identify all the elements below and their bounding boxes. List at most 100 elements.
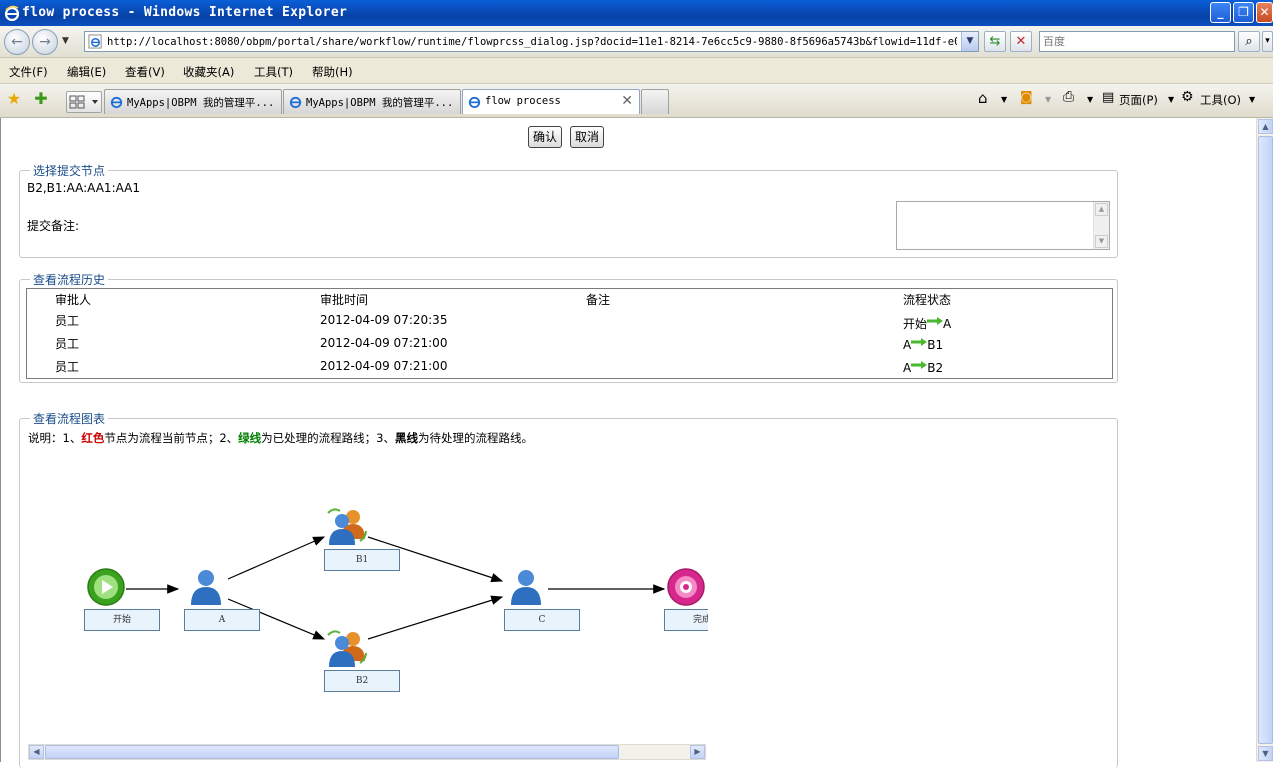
scroll-up-icon[interactable]: ▲ bbox=[1095, 203, 1108, 216]
note-red: 红色 bbox=[81, 431, 105, 445]
row-time: 2012-04-09 07:21:00 bbox=[320, 336, 448, 350]
end-node-icon[interactable] bbox=[666, 567, 706, 607]
scroll-down-icon[interactable]: ▼ bbox=[1095, 235, 1108, 248]
minimize-button[interactable]: _ bbox=[1210, 2, 1231, 23]
tab-myapps-2[interactable]: MyApps|OBPM 我的管理平... bbox=[283, 89, 461, 114]
search-input[interactable] bbox=[1043, 33, 1233, 50]
history-fieldset: 查看流程历史 审批人 审批时间 备注 流程状态 员工 2012-04-09 07… bbox=[19, 271, 1118, 383]
scrollbar-thumb[interactable] bbox=[1258, 136, 1273, 744]
feeds-dropdown-icon: ▼ bbox=[1045, 95, 1052, 104]
title-bar: flow process - Windows Internet Explorer… bbox=[0, 0, 1273, 26]
quick-tabs-button[interactable] bbox=[66, 91, 102, 113]
scrollbar-thumb[interactable] bbox=[45, 745, 619, 759]
history-dropdown-icon[interactable]: ▼ bbox=[62, 36, 69, 46]
page-dropdown-icon[interactable]: ▼ bbox=[1168, 95, 1174, 104]
edge-a-b1 bbox=[227, 536, 326, 580]
stop-button[interactable]: ✕ bbox=[1010, 31, 1032, 52]
new-tab-button[interactable] bbox=[641, 89, 669, 114]
favorites-star-icon[interactable]: ★ bbox=[5, 90, 23, 108]
tab-close-icon[interactable]: ✕ bbox=[621, 93, 633, 109]
search-icon: ⌕ bbox=[1245, 34, 1253, 49]
page-vertical-scrollbar[interactable]: ▲ ▼ bbox=[1256, 118, 1273, 762]
page-icon: ▤ bbox=[1102, 90, 1115, 105]
search-button[interactable]: ⌕ bbox=[1238, 31, 1260, 52]
submit-nodes-value: B2,B1:AA:AA1:AA1 bbox=[27, 181, 140, 195]
window-title: flow process - Windows Internet Explorer bbox=[22, 5, 348, 20]
menu-edit[interactable]: 编辑(E) bbox=[67, 64, 106, 80]
menu-favorites[interactable]: 收藏夹(A) bbox=[183, 64, 234, 80]
row-status: 开始 A bbox=[903, 315, 951, 332]
close-window-button[interactable]: ✕ bbox=[1256, 2, 1273, 23]
edge-b2-c bbox=[367, 595, 504, 640]
ie-logo-icon bbox=[4, 5, 20, 21]
node-label-a: A bbox=[184, 609, 260, 631]
scroll-left-icon[interactable]: ◀ bbox=[29, 745, 44, 759]
tab-ie-icon bbox=[110, 96, 123, 109]
diagram-note: 说明：1、红色节点为流程当前节点；2、绿线为已处理的流程路线；3、黑线为待处理的… bbox=[28, 430, 533, 446]
back-button[interactable]: ← bbox=[4, 29, 30, 55]
node-label-b2: B2 bbox=[324, 670, 400, 692]
scroll-right-icon[interactable]: ▶ bbox=[690, 745, 705, 759]
user-node-c-icon[interactable] bbox=[506, 567, 546, 607]
group-node-b2-icon[interactable] bbox=[326, 629, 368, 669]
row-time: 2012-04-09 07:21:00 bbox=[320, 359, 448, 373]
home-icon[interactable]: ⌂ bbox=[978, 89, 988, 107]
row-status: A B1 bbox=[903, 338, 943, 352]
forward-button[interactable]: → bbox=[32, 29, 58, 55]
tab-bar: ★ ✚ MyApps|OBPM 我的管理平... MyApps|OBPM 我的管… bbox=[0, 84, 1273, 118]
tab-flow-process[interactable]: flow process ✕ bbox=[462, 89, 640, 114]
feeds-icon[interactable]: ◙ bbox=[1020, 90, 1033, 105]
page-menu[interactable]: 页面(P) bbox=[1119, 92, 1158, 108]
confirm-button[interactable]: 确认 bbox=[528, 126, 563, 148]
forward-arrow-icon: → bbox=[39, 34, 51, 50]
add-favorite-icon[interactable]: ✚ bbox=[32, 90, 50, 108]
address-dropdown-icon[interactable]: ▼ bbox=[961, 32, 978, 51]
home-dropdown-icon[interactable]: ▼ bbox=[1001, 95, 1007, 104]
node-label-start: 开始 bbox=[84, 609, 160, 631]
remark-label: 提交备注: bbox=[27, 219, 80, 233]
cancel-button[interactable]: 取消 bbox=[570, 126, 605, 148]
address-bar: ▼ bbox=[84, 31, 979, 52]
user-node-a-icon[interactable] bbox=[186, 567, 226, 607]
group-node-b1-icon[interactable] bbox=[326, 507, 368, 547]
tools-menu[interactable]: 工具(O) bbox=[1200, 92, 1241, 108]
remark-textarea[interactable]: ▲ ▼ bbox=[896, 201, 1110, 250]
page-content: 确认 取消 选择提交节点 B2,B1:AA:AA1:AA1 提交备注: ▲ ▼ … bbox=[0, 118, 1256, 768]
address-input[interactable] bbox=[107, 34, 957, 49]
green-arrow-icon bbox=[911, 361, 928, 369]
flow-diagram: 开始 A B1 B2 C 完成 bbox=[28, 449, 708, 741]
diagram-fieldset: 查看流程图表 说明：1、红色节点为流程当前节点；2、绿线为已处理的流程路线；3、… bbox=[19, 410, 1118, 768]
diagram-legend: 查看流程图表 bbox=[30, 410, 109, 427]
menu-view[interactable]: 查看(V) bbox=[125, 64, 165, 80]
maximize-button[interactable]: ❐ bbox=[1233, 2, 1254, 23]
scroll-down-icon[interactable]: ▼ bbox=[1258, 746, 1273, 761]
print-icon[interactable]: ⎙ bbox=[1063, 89, 1074, 105]
scroll-up-icon[interactable]: ▲ bbox=[1258, 119, 1273, 134]
diagram-horizontal-scrollbar[interactable]: ◀ ▶ bbox=[28, 744, 706, 760]
remark-scrollbar[interactable]: ▲ ▼ bbox=[1093, 202, 1109, 249]
search-box bbox=[1039, 31, 1235, 52]
tools-dropdown-icon[interactable]: ▼ bbox=[1249, 95, 1255, 104]
header-approver: 审批人 bbox=[55, 293, 92, 307]
header-status: 流程状态 bbox=[903, 293, 952, 307]
status-from: A bbox=[903, 361, 912, 375]
refresh-button[interactable]: ⇆ bbox=[984, 31, 1006, 52]
submit-node-legend: 选择提交节点 bbox=[30, 162, 109, 179]
history-legend: 查看流程历史 bbox=[30, 271, 109, 288]
row-approver: 员工 bbox=[55, 314, 80, 328]
header-time: 审批时间 bbox=[320, 293, 369, 307]
address-toolbar: ← → ▼ ▼ ⇆ ✕ ⌕ ▾ bbox=[0, 26, 1273, 58]
flow-edges bbox=[126, 536, 666, 640]
tab-myapps-1[interactable]: MyApps|OBPM 我的管理平... bbox=[104, 89, 282, 114]
back-arrow-icon: ← bbox=[11, 34, 23, 50]
menu-file[interactable]: 文件(F) bbox=[9, 64, 48, 80]
start-node-icon[interactable] bbox=[86, 567, 126, 607]
menu-tools[interactable]: 工具(T) bbox=[254, 64, 293, 80]
print-dropdown-icon[interactable]: ▼ bbox=[1087, 95, 1093, 104]
node-label-c: C bbox=[504, 609, 580, 631]
node-label-b1: B1 bbox=[324, 549, 400, 571]
search-options-dropdown[interactable]: ▾ bbox=[1262, 31, 1273, 52]
menu-help[interactable]: 帮助(H) bbox=[312, 64, 353, 80]
status-to: B2 bbox=[927, 361, 944, 375]
node-label-end: 完成 bbox=[664, 609, 708, 631]
